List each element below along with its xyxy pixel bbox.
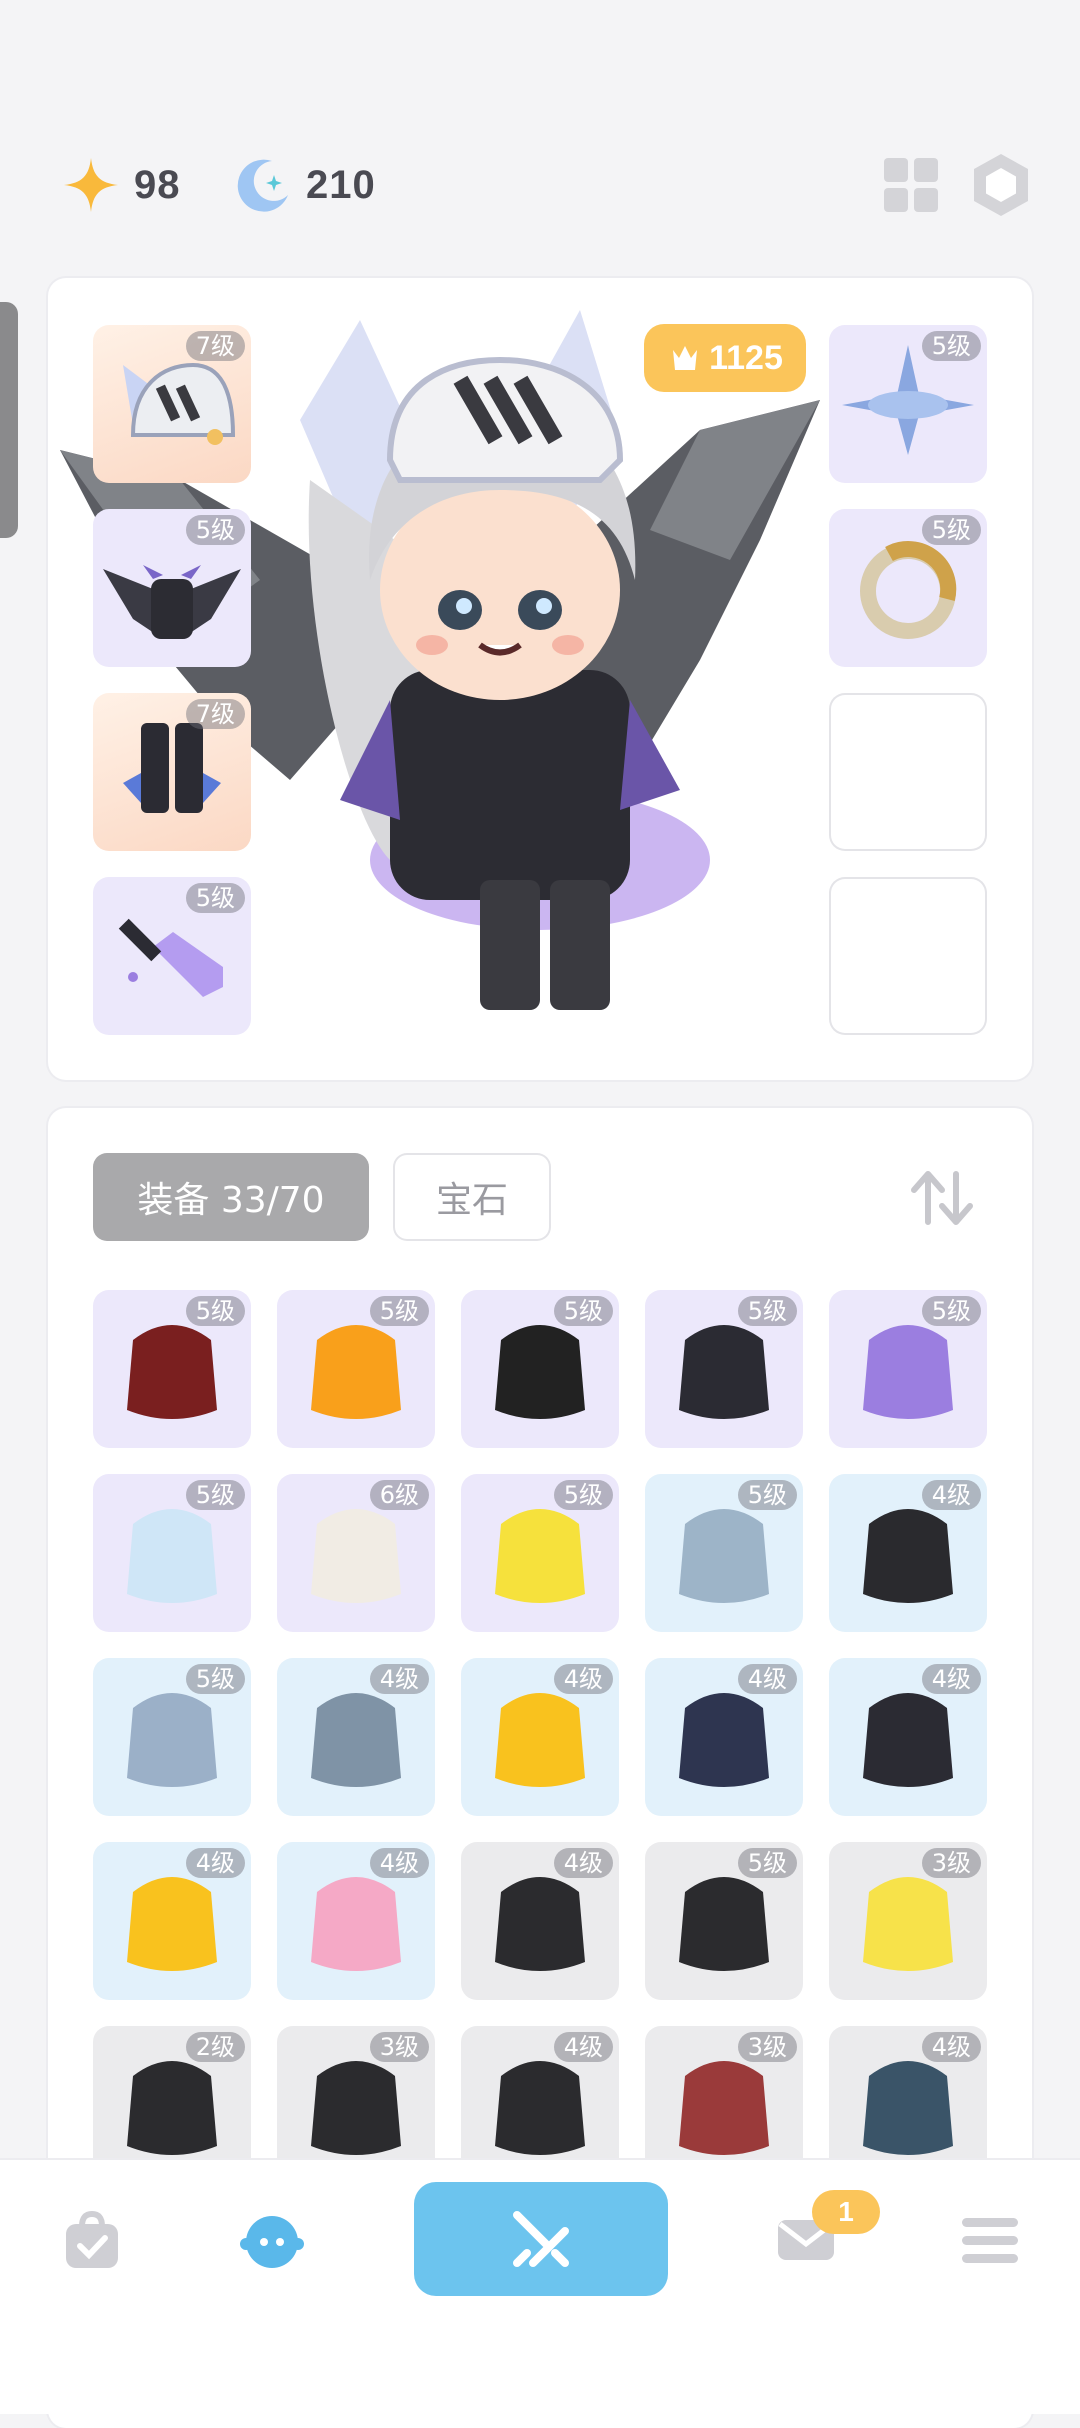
inventory-item[interactable]: 4级 bbox=[461, 1658, 619, 1816]
sort-arrows-icon[interactable] bbox=[906, 1162, 978, 1234]
bag-icon[interactable] bbox=[60, 2208, 124, 2272]
level-badge: 3级 bbox=[737, 2032, 797, 2062]
level-badge: 5级 bbox=[553, 1296, 613, 1326]
level-badge: 5级 bbox=[553, 1480, 613, 1510]
equip-slot-weapon[interactable]: 5级 bbox=[93, 877, 251, 1035]
level-badge: 7级 bbox=[185, 699, 245, 729]
level-badge: 4级 bbox=[185, 1848, 245, 1878]
inventory-item[interactable]: 4级 bbox=[277, 1658, 435, 1816]
power-value: 1125 bbox=[709, 338, 783, 377]
inventory-item[interactable]: 2级 bbox=[93, 2026, 251, 2158]
inventory-item[interactable]: 5级 bbox=[277, 1290, 435, 1448]
inventory-item[interactable]: 3级 bbox=[829, 1842, 987, 2000]
inventory-item[interactable]: 6级 bbox=[277, 1474, 435, 1632]
level-badge: 5级 bbox=[737, 1848, 797, 1878]
equip-slot-accessory-1[interactable]: 5级 bbox=[829, 325, 987, 483]
status-bar bbox=[0, 0, 1080, 110]
inventory-item[interactable]: 5级 bbox=[461, 1474, 619, 1632]
inventory-item[interactable]: 5级 bbox=[645, 1290, 803, 1448]
moon-icon bbox=[237, 159, 288, 212]
level-badge: 5级 bbox=[921, 1296, 981, 1326]
level-badge: 5级 bbox=[185, 1480, 245, 1510]
level-badge: 5级 bbox=[921, 515, 981, 545]
inventory-item[interactable]: 5级 bbox=[645, 1474, 803, 1632]
inventory-item[interactable]: 4级 bbox=[277, 1842, 435, 2000]
inventory-item[interactable]: 5级 bbox=[461, 1290, 619, 1448]
star-count: 98 bbox=[134, 162, 181, 207]
level-badge: 4级 bbox=[369, 1664, 429, 1694]
battle-button[interactable] bbox=[414, 2182, 668, 2296]
star-currency: 98 bbox=[62, 150, 181, 220]
inventory-item[interactable]: 5级 bbox=[93, 1658, 251, 1816]
level-badge: 4级 bbox=[921, 1664, 981, 1694]
tab-equipment[interactable]: 装备 33/70 bbox=[93, 1153, 369, 1241]
level-badge: 4级 bbox=[921, 1480, 981, 1510]
level-badge: 6级 bbox=[369, 1480, 429, 1510]
inventory-item[interactable]: 4级 bbox=[461, 2026, 619, 2158]
inventory-item[interactable]: 4级 bbox=[829, 1474, 987, 1632]
moon-currency: 210 bbox=[236, 150, 376, 220]
crown-icon bbox=[673, 346, 698, 370]
battle-swords-icon bbox=[513, 2211, 569, 2267]
level-badge: 4级 bbox=[369, 1848, 429, 1878]
equip-slot-accessory-2[interactable]: 5级 bbox=[829, 509, 987, 667]
equip-slot-helmet[interactable]: 7级 bbox=[93, 325, 251, 483]
star-icon bbox=[64, 158, 118, 212]
level-badge: 3级 bbox=[369, 2032, 429, 2062]
level-badge: 5级 bbox=[737, 1296, 797, 1326]
level-badge: 4级 bbox=[553, 2032, 613, 2062]
level-badge: 4级 bbox=[553, 1848, 613, 1878]
level-badge: 5级 bbox=[921, 331, 981, 361]
level-badge: 5级 bbox=[185, 515, 245, 545]
inventory-item[interactable]: 3级 bbox=[645, 2026, 803, 2158]
level-badge: 5级 bbox=[185, 1664, 245, 1694]
inventory-item[interactable]: 4级 bbox=[829, 2026, 987, 2158]
inventory-item[interactable]: 3级 bbox=[277, 2026, 435, 2158]
inventory-item[interactable]: 4级 bbox=[461, 1842, 619, 2000]
character-icon[interactable] bbox=[240, 2208, 304, 2272]
level-badge: 7级 bbox=[185, 331, 245, 361]
menu-icon[interactable] bbox=[958, 2208, 1022, 2272]
inventory-item[interactable]: 5级 bbox=[645, 1842, 803, 2000]
level-badge: 5级 bbox=[185, 1296, 245, 1326]
level-badge: 4级 bbox=[737, 1664, 797, 1694]
tab-gems[interactable]: 宝石 bbox=[393, 1153, 551, 1241]
grid-icon[interactable] bbox=[876, 150, 946, 220]
level-badge: 4级 bbox=[921, 2032, 981, 2062]
inventory-item[interactable]: 5级 bbox=[93, 1290, 251, 1448]
equip-slot-wings[interactable]: 5级 bbox=[93, 509, 251, 667]
equip-slot-empty-1[interactable] bbox=[829, 693, 987, 851]
hexagon-settings-icon[interactable] bbox=[966, 150, 1036, 220]
level-badge: 3级 bbox=[921, 1848, 981, 1878]
side-drawer-handle[interactable] bbox=[0, 302, 18, 538]
inventory-item[interactable]: 4级 bbox=[829, 1658, 987, 1816]
equip-slot-boots[interactable]: 7级 bbox=[93, 693, 251, 851]
inventory-item[interactable]: 5级 bbox=[93, 1474, 251, 1632]
mail-badge: 1 bbox=[812, 2190, 880, 2234]
inventory-item[interactable]: 4级 bbox=[93, 1842, 251, 2000]
level-badge: 5级 bbox=[737, 1480, 797, 1510]
level-badge: 5级 bbox=[185, 883, 245, 913]
equip-slot-empty-2[interactable] bbox=[829, 877, 987, 1035]
inventory-item[interactable]: 4级 bbox=[645, 1658, 803, 1816]
level-badge: 5级 bbox=[369, 1296, 429, 1326]
level-badge: 4级 bbox=[553, 1664, 613, 1694]
power-badge: 1125 bbox=[644, 324, 806, 392]
inventory-item[interactable]: 5级 bbox=[829, 1290, 987, 1448]
moon-count: 210 bbox=[306, 162, 376, 207]
level-badge: 2级 bbox=[185, 2032, 245, 2062]
